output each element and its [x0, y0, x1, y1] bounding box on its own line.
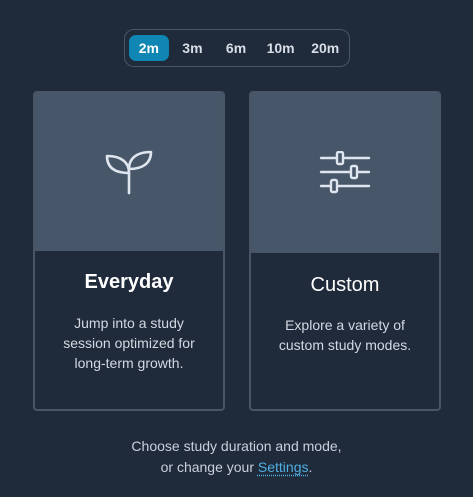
footer-line-2: or change your Settings.	[0, 457, 473, 478]
custom-card-title: Custom	[310, 274, 380, 296]
sprout-icon	[105, 150, 153, 195]
custom-card[interactable]: Custom Explore a variety of custom study…	[249, 91, 441, 411]
everyday-card[interactable]: Everyday Jump into a study session optim…	[33, 91, 225, 411]
settings-link[interactable]: Settings	[258, 459, 309, 475]
duration-option-20m[interactable]: 20m	[305, 35, 345, 61]
footer-line-2-suffix: .	[308, 459, 313, 475]
duration-option-10m[interactable]: 10m	[256, 35, 306, 61]
custom-card-description: Explore a variety of custom study modes.	[278, 317, 412, 353]
footer-hint: Choose study duration and mode, or chang…	[0, 436, 473, 478]
sliders-icon	[319, 151, 371, 194]
everyday-card-description: Jump into a study session optimized for …	[63, 315, 195, 371]
duration-option-6m[interactable]: 6m	[216, 35, 256, 61]
study-mode-picker: 2m 3m 6m 10m 20m Everyday Jump into a st…	[0, 0, 473, 497]
duration-option-3m[interactable]: 3m	[169, 35, 217, 61]
footer-line-1: Choose study duration and mode,	[131, 438, 342, 454]
everyday-card-title: Everyday	[84, 271, 174, 293]
footer-line-2-prefix: or change your	[160, 459, 258, 475]
duration-selector: 2m 3m 6m 10m 20m	[124, 29, 350, 67]
custom-card-header	[251, 93, 439, 253]
everyday-card-header	[35, 93, 223, 251]
duration-option-2m[interactable]: 2m	[129, 35, 169, 61]
